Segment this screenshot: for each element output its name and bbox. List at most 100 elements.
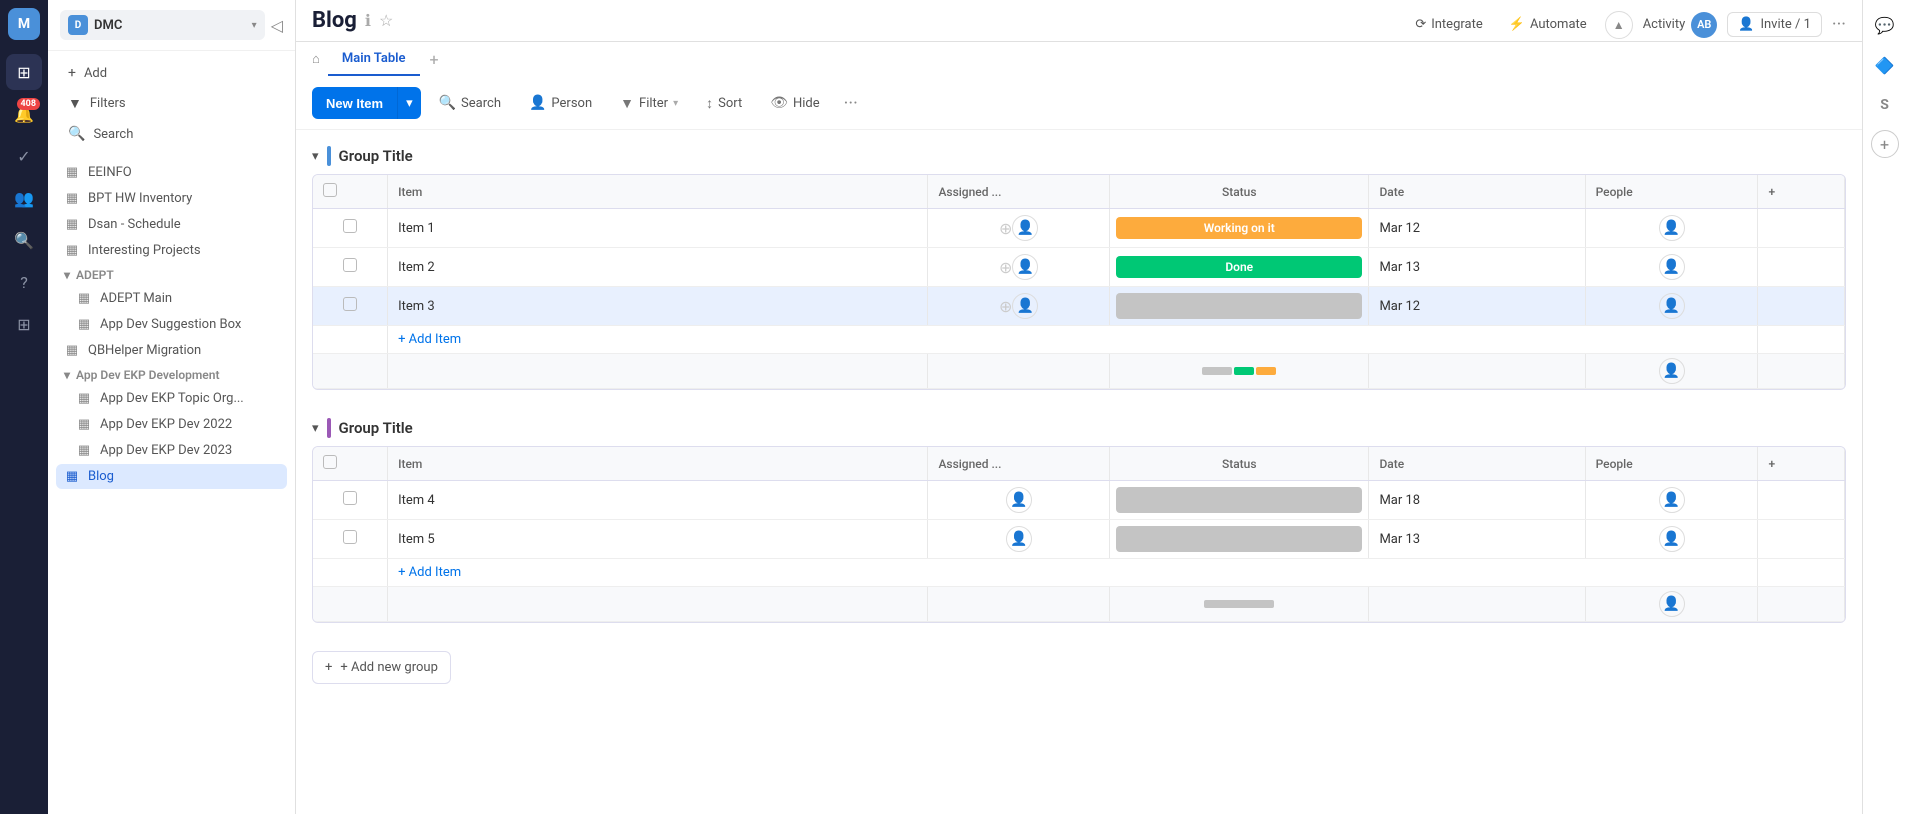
check-icon[interactable]: ✓ (6, 138, 42, 174)
table-row: Item 3 ⊕ 👤 Mar 12 👤 (313, 287, 1845, 326)
automate-button[interactable]: ⚡ Automate (1501, 13, 1595, 36)
select-all-checkbox[interactable] (323, 455, 337, 469)
invite-button[interactable]: 👤 Invite / 1 (1727, 12, 1822, 37)
filter-toolbar-icon: ▼ (620, 95, 634, 112)
search-right-icon[interactable]: S (1870, 90, 1900, 120)
question-icon[interactable]: ? (6, 264, 42, 300)
more-options-icon[interactable]: ··· (1832, 14, 1846, 35)
summary-bar-gray (1204, 600, 1274, 608)
status-cell[interactable]: Done (1110, 248, 1369, 287)
add-new-group-button[interactable]: + + Add new group (312, 651, 451, 684)
add-assigned-icon[interactable]: ⊕ (999, 258, 1012, 277)
bell-icon[interactable]: 🔔 408 (6, 96, 42, 132)
person-label: Person (551, 96, 592, 111)
sidebar-item-blog[interactable]: ▦ Blog (56, 464, 287, 489)
summary-bar-gray (1202, 367, 1232, 375)
extra-cell (1758, 209, 1845, 248)
board-icon: ▦ (64, 469, 80, 484)
tab-add-button[interactable]: + (424, 42, 445, 77)
item-cell: Item 1 (388, 209, 928, 248)
user-avatar: 👤 (1659, 526, 1685, 552)
add-panel-button[interactable]: + (1871, 130, 1899, 158)
select-all-checkbox[interactable] (323, 183, 337, 197)
sidebar-item-ekp-dev-2023[interactable]: ▦ App Dev EKP Dev 2023 (56, 438, 287, 463)
star-icon[interactable]: ☆ (379, 11, 393, 30)
user-avatar: 👤 (1659, 293, 1685, 319)
status-cell[interactable] (1110, 481, 1369, 520)
search-rail-icon[interactable]: 🔍 (6, 222, 42, 258)
status-cell[interactable] (1110, 287, 1369, 326)
search-sidebar-button[interactable]: 🔍 Search (60, 120, 283, 148)
sidebar-section-ekp[interactable]: ▾ App Dev EKP Development (56, 364, 287, 386)
info-icon[interactable]: ℹ (365, 11, 371, 30)
integrate-button[interactable]: ⟳ Integrate (1407, 13, 1490, 36)
app-logo[interactable]: M (8, 8, 40, 40)
chevron-ekp-icon: ▾ (64, 368, 70, 382)
filter-button[interactable]: ▼ Filter ▾ (610, 89, 688, 118)
tab-main-table[interactable]: Main Table (328, 43, 420, 76)
add-assigned-icon[interactable]: ⊕ (999, 297, 1012, 316)
workspace-selector[interactable]: D DMC ▾ (60, 10, 265, 40)
sidebar-item-adept-main[interactable]: ▦ ADEPT Main (56, 286, 287, 311)
sidebar-item-dsan-schedule[interactable]: ▦ Dsan - Schedule (56, 212, 287, 237)
collapse-button[interactable]: ▲ (1605, 11, 1633, 39)
add-column-header[interactable]: + (1758, 175, 1845, 209)
apps-icon[interactable]: ⊞ (6, 306, 42, 342)
row-checkbox[interactable] (343, 530, 357, 544)
group-collapse-icon-2[interactable]: ▾ (312, 421, 319, 436)
sidebar-item-ekp-dev-2022[interactable]: ▦ App Dev EKP Dev 2022 (56, 412, 287, 437)
new-item-dropdown-button[interactable]: ▾ (397, 87, 421, 119)
add-item-row: + Add Item (313, 326, 1845, 354)
tab-label: Main Table (342, 51, 406, 66)
add-item-button[interactable]: + Add Item (388, 326, 1758, 354)
activity-panel-icon[interactable]: 💬 (1870, 10, 1900, 40)
row-checkbox[interactable] (343, 491, 357, 505)
people-column-header: People (1585, 175, 1758, 209)
sidebar-item-interesting-projects[interactable]: ▦ Interesting Projects (56, 238, 287, 263)
home-icon[interactable]: ⊞ (6, 54, 42, 90)
icon-rail: M ⊞ 🔔 408 ✓ 👥 🔍 ? ⊞ (0, 0, 48, 814)
add-item-button[interactable]: + Add Item (388, 559, 1758, 587)
table-row: Item 2 ⊕ 👤 Done Mar 13 👤 (313, 248, 1845, 287)
group-collapse-icon-1[interactable]: ▾ (312, 149, 319, 164)
sidebar-item-app-dev-suggestion[interactable]: ▦ App Dev Suggestion Box (56, 312, 287, 337)
row-checkbox[interactable] (343, 219, 357, 233)
row-checkbox[interactable] (343, 297, 357, 311)
person-button[interactable]: 👤 Person (519, 89, 602, 117)
sidebar-item-bpt-hw-inventory[interactable]: ▦ BPT HW Inventory (56, 186, 287, 211)
people-cell: 👤 (1585, 520, 1758, 559)
assigned-cell: ⊕ 👤 (928, 287, 1110, 326)
person-invite-icon: 👤 (1738, 17, 1754, 32)
workspace-name: DMC (94, 18, 246, 33)
monday-icon[interactable]: 🔷 (1870, 50, 1900, 80)
activity-button[interactable]: Activity AB (1643, 12, 1718, 38)
user-avatar: 👤 (1012, 215, 1038, 241)
status-cell[interactable]: Working on it (1110, 209, 1369, 248)
activity-label: Activity (1643, 17, 1686, 32)
automate-label: Automate (1530, 17, 1587, 32)
filters-button[interactable]: ▼ Filters (60, 89, 283, 118)
status-cell[interactable] (1110, 520, 1369, 559)
add-button[interactable]: + Add (60, 59, 283, 87)
status-column-header: Status (1110, 447, 1369, 481)
board-icon: ▦ (64, 165, 80, 180)
group-section-2: ▾ Group Title Item Assigned ... Status D… (312, 418, 1846, 623)
sidebar-section-adept[interactable]: ▾ ADEPT (56, 264, 287, 286)
search-button[interactable]: 🔍 Search (429, 89, 511, 117)
board-icon: ▦ (76, 391, 92, 406)
group-color-bar-2 (327, 418, 331, 438)
toolbar-more-icon[interactable]: ··· (838, 89, 864, 118)
sidebar-collapse-icon[interactable]: ◁ (271, 16, 283, 35)
new-item-button[interactable]: New Item (312, 87, 397, 119)
people-icon[interactable]: 👥 (6, 180, 42, 216)
sidebar-item-eeinfo[interactable]: ▦ EEINFO (56, 160, 287, 185)
search-toolbar-icon: 🔍 (439, 95, 456, 111)
hide-button[interactable]: 👁 Hide (760, 89, 829, 117)
add-assigned-icon[interactable]: ⊕ (999, 219, 1012, 238)
sort-button[interactable]: ↕ Sort (696, 89, 752, 118)
sidebar-item-ekp-topic[interactable]: ▦ App Dev EKP Topic Org... (56, 386, 287, 411)
add-column-header[interactable]: + (1758, 447, 1845, 481)
sidebar-item-qbhelper[interactable]: ▦ QBHelper Migration (56, 338, 287, 363)
row-checkbox[interactable] (343, 258, 357, 272)
user-avatar: 👤 (1006, 526, 1032, 552)
